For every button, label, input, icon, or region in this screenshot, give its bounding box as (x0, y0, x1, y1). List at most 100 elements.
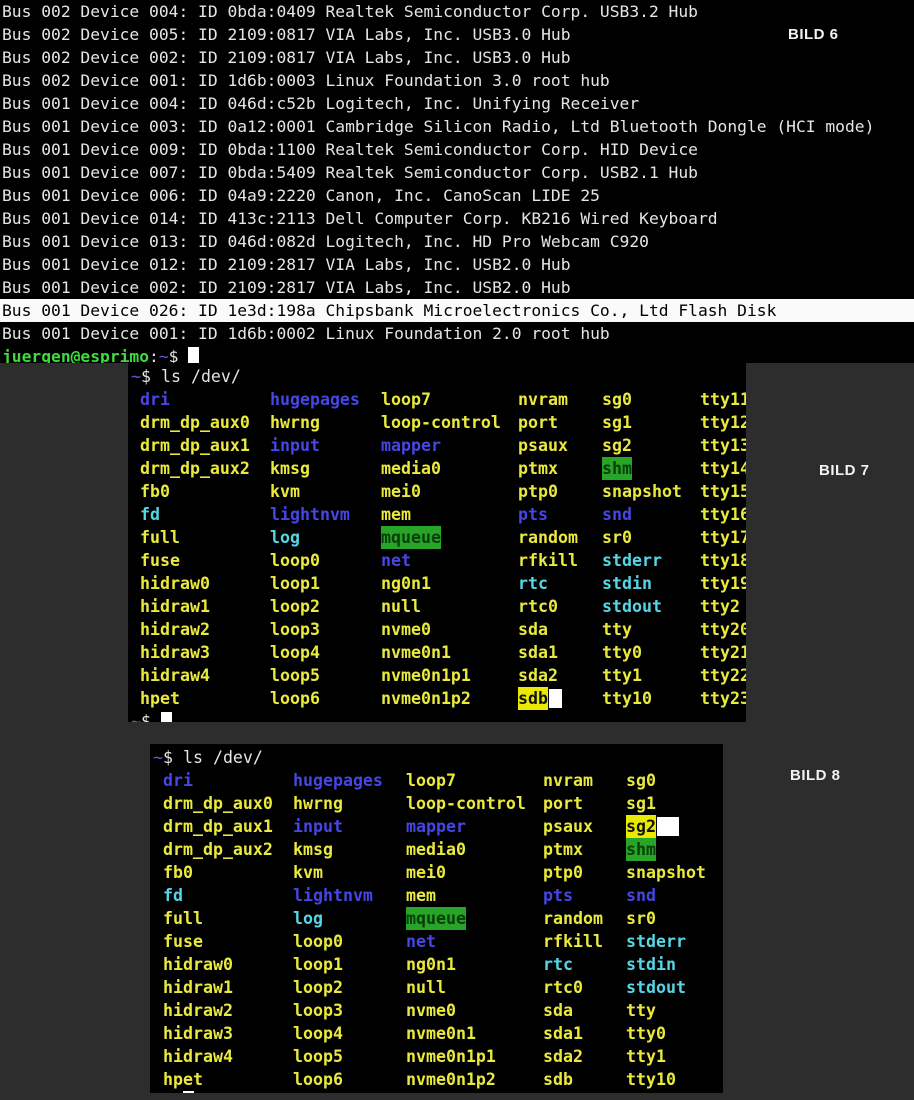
selection-cursor (549, 689, 562, 708)
dev-entry-drm_dp_aux2: drm_dp_aux2 (163, 838, 273, 861)
prompt-symbol: $ (163, 748, 183, 767)
dev-entry-sda2: sda2 (518, 664, 558, 687)
dev-row: hidraw4loop5nvme0n1p1sda2tty1tty22 (128, 664, 746, 687)
dev-entry-ng0n1: ng0n1 (406, 953, 456, 976)
dev-entry-drm_dp_aux0: drm_dp_aux0 (140, 411, 250, 434)
dev-entry-hidraw4: hidraw4 (140, 664, 210, 687)
dev-entry-tty10: tty10 (602, 687, 652, 710)
dev-entry-tty0: tty0 (626, 1022, 666, 1045)
dev-entry-tty22: tty22 (700, 664, 746, 687)
dev-entry-loop7: loop7 (381, 388, 431, 411)
dev-entry-loop3: loop3 (270, 618, 320, 641)
dev-entry-stdin: stdin (626, 953, 676, 976)
usb-device-line: Bus 002 Device 004: ID 0bda:0409 Realtek… (0, 0, 914, 23)
dev-entry-shm: shm (602, 457, 632, 480)
dev-entry-loop2: loop2 (293, 976, 343, 999)
dev-entry-stdin: stdin (602, 572, 652, 595)
usb-device-line: Bus 001 Device 006: ID 04a9:2220 Canon, … (0, 184, 914, 207)
dev-row: fdlightnvmmemptssndtty16 (128, 503, 746, 526)
dev-entry-snd: snd (626, 884, 656, 907)
dev-entry-drm_dp_aux2: drm_dp_aux2 (140, 457, 250, 480)
dev-row: hidraw1loop2nullrtc0stdouttty2 (128, 595, 746, 618)
dev-entry-fd: fd (140, 503, 160, 526)
prompt-symbol: $ (163, 1091, 183, 1093)
dev-entry-tty15: tty15 (700, 480, 746, 503)
dev-entry-sdb: sdb (543, 1068, 573, 1091)
dev-entry-sg0: sg0 (602, 388, 632, 411)
dev-entry-psaux: psaux (518, 434, 568, 457)
dev-entry-drm_dp_aux0: drm_dp_aux0 (163, 792, 273, 815)
dev-row: fb0kvmmei0ptp0snapshottty15 (128, 480, 746, 503)
dev-entry-nvme0n1p1: nvme0n1p1 (406, 1045, 496, 1068)
dev-entry-mei0: mei0 (381, 480, 421, 503)
dev-entry-tty: tty (626, 999, 656, 1022)
usb-device-line: Bus 002 Device 001: ID 1d6b:0003 Linux F… (0, 69, 914, 92)
dev-entry-full: full (140, 526, 180, 549)
shell-prompt: juergen@esprimo:~$ (0, 345, 914, 363)
dev-entry-nvme0: nvme0 (406, 999, 456, 1022)
dev-entry-sdb: sdb (518, 687, 548, 710)
dev-row: hidraw3loop4nvme0n1sda1tty0 (150, 1022, 723, 1045)
dev-entry-mei0: mei0 (406, 861, 446, 884)
dev-entry-pts: pts (543, 884, 573, 907)
dev-entry-dri: dri (163, 769, 193, 792)
dev-entry-tty10: tty10 (626, 1068, 676, 1091)
dev-row: drihugepagesloop7nvramsg0 (150, 769, 723, 792)
dev-row: drm_dp_aux0hwrngloop-controlportsg1 (150, 792, 723, 815)
dev-entry-sda: sda (518, 618, 548, 641)
dev-row: hidraw0loop1ng0n1rtcstdintty19 (128, 572, 746, 595)
dev-entry-mapper: mapper (406, 815, 466, 838)
dev-entry-rfkill: rfkill (518, 549, 578, 572)
dev-entry-hugepages: hugepages (270, 388, 360, 411)
dev-entry-drm_dp_aux1: drm_dp_aux1 (163, 815, 273, 838)
shell-prompt: ~$ ls /dev/ (131, 365, 241, 388)
dev-entry-full: full (163, 907, 203, 930)
dev-entry-net: net (406, 930, 436, 953)
dev-entry-loop3: loop3 (293, 999, 343, 1022)
dev-entry-tty0: tty0 (602, 641, 642, 664)
dev-entry-sg1: sg1 (626, 792, 656, 815)
dev-entry-hidraw2: hidraw2 (140, 618, 210, 641)
prompt-path: ~ (153, 748, 163, 767)
dev-row: hidraw1loop2nullrtc0stdout (150, 976, 723, 999)
dev-entry-tty: tty (602, 618, 632, 641)
dev-entry-log: log (270, 526, 300, 549)
dev-entry-fd: fd (163, 884, 183, 907)
dev-entry-dri: dri (140, 388, 170, 411)
dev-entry-loop4: loop4 (293, 1022, 343, 1045)
bild7-terminal[interactable]: ~$ ls /dev/ drihugepagesloop7nvramsg0tty… (128, 363, 746, 722)
dev-entry-hugepages: hugepages (293, 769, 383, 792)
prompt-user-host: juergen@esprimo (2, 347, 149, 363)
shell-prompt: ~$ (131, 710, 172, 722)
prompt-path: ~ (153, 1091, 163, 1093)
dev-entry-rtc: rtc (518, 572, 548, 595)
dev-row: fulllogmqueuerandomsr0 (150, 907, 723, 930)
dev-entry-input: input (270, 434, 320, 457)
dev-entry-tty20: tty20 (700, 618, 746, 641)
dev-entry-null: null (406, 976, 446, 999)
dev-entry-ng0n1: ng0n1 (381, 572, 431, 595)
dev-entry-loop4: loop4 (270, 641, 320, 664)
shell-prompt: ~$ (153, 1089, 194, 1093)
usb-device-line: Bus 001 Device 012: ID 2109:2817 VIA Lab… (0, 253, 914, 276)
dev-row: drm_dp_aux0hwrngloop-controlportsg1tty12 (128, 411, 746, 434)
dev-row: hidraw2loop3nvme0sdatty (150, 999, 723, 1022)
dev-entry-sg2: sg2 (626, 815, 656, 838)
usb-device-line: Bus 001 Device 002: ID 2109:2817 VIA Lab… (0, 276, 914, 299)
dev-entry-sr0: sr0 (626, 907, 656, 930)
dev-entry-lightnvm: lightnvm (293, 884, 373, 907)
usb-device-line: Bus 001 Device 004: ID 046d:c52b Logitec… (0, 92, 914, 115)
dev-entry-sg1: sg1 (602, 411, 632, 434)
dev-entry-nvme0n1p1: nvme0n1p1 (381, 664, 471, 687)
dev-entry-lightnvm: lightnvm (270, 503, 350, 526)
lsusb-terminal[interactable]: Bus 002 Device 004: ID 0bda:0409 Realtek… (0, 0, 914, 363)
dev-entry-fuse: fuse (163, 930, 203, 953)
dev-entry-hwrng: hwrng (293, 792, 343, 815)
dev-row: hidraw0loop1ng0n1rtcstdin (150, 953, 723, 976)
bild8-terminal[interactable]: ~$ ls /dev/ drihugepagesloop7nvramsg0drm… (150, 744, 723, 1093)
dev-entry-loop6: loop6 (270, 687, 320, 710)
usb-device-line: Bus 001 Device 014: ID 413c:2113 Dell Co… (0, 207, 914, 230)
dev-entry-nvme0n1p2: nvme0n1p2 (406, 1068, 496, 1091)
dev-entry-net: net (381, 549, 411, 572)
dev-entry-mqueue: mqueue (381, 526, 441, 549)
